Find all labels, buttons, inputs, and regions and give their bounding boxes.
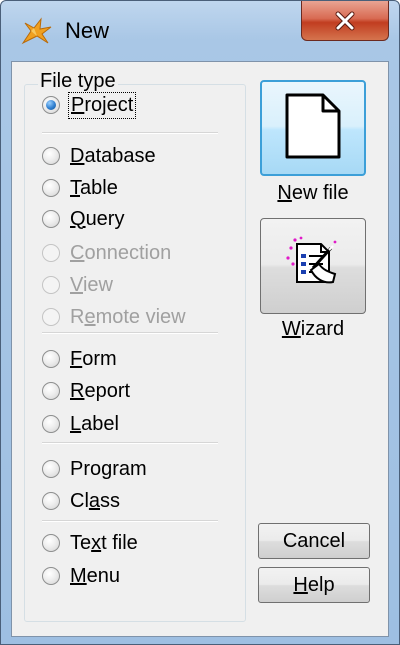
radio-button[interactable] <box>42 492 60 510</box>
file-type-option-connection: Connection <box>42 239 171 267</box>
separator <box>42 332 218 334</box>
file-type-option-database[interactable]: Database <box>42 142 156 170</box>
cancel-button[interactable]: Cancel <box>258 523 370 559</box>
file-type-option-table[interactable]: Table <box>42 174 118 202</box>
radio-label: Report <box>70 379 131 402</box>
radio-label: Database <box>70 144 156 167</box>
file-type-option-label[interactable]: Label <box>42 410 119 438</box>
separator <box>42 442 218 444</box>
radio-label: Remote view <box>70 305 186 328</box>
window-title: New <box>65 18 110 43</box>
radio-label: Program <box>70 457 147 480</box>
title-bar[interactable]: New <box>1 1 399 61</box>
radio-button[interactable] <box>42 415 60 433</box>
radio-button <box>42 308 60 326</box>
file-type-option-class[interactable]: Class <box>42 487 120 515</box>
radio-button[interactable] <box>42 147 60 165</box>
radio-label: Class <box>70 489 121 512</box>
radio-button[interactable] <box>42 96 60 114</box>
wizard-caption[interactable]: Wizard <box>248 318 378 341</box>
radio-button[interactable] <box>42 179 60 197</box>
radio-button[interactable] <box>42 534 60 552</box>
separator <box>42 520 218 522</box>
radio-button[interactable] <box>42 350 60 368</box>
file-type-option-program[interactable]: Program <box>42 455 147 483</box>
file-type-group-title: File type <box>38 70 118 93</box>
radio-label: Connection <box>70 241 172 264</box>
file-type-option-remote-view: Remote view <box>42 303 186 331</box>
radio-button <box>42 276 60 294</box>
radio-label: Form <box>70 347 117 370</box>
radio-label: Table <box>70 176 118 199</box>
file-type-option-report[interactable]: Report <box>42 377 130 405</box>
radio-button[interactable] <box>42 382 60 400</box>
help-button[interactable]: Help <box>258 567 370 603</box>
radio-button[interactable] <box>42 460 60 478</box>
new-dialog-window: New File type Project Database Table Query C… <box>0 0 400 645</box>
new-file-caption[interactable]: New file <box>248 182 378 205</box>
file-type-option-project[interactable]: Project <box>42 91 137 119</box>
radio-label: Project <box>67 91 137 119</box>
radio-button[interactable] <box>42 210 60 228</box>
file-type-option-menu[interactable]: Menu <box>42 562 120 590</box>
radio-label: Text file <box>70 531 138 554</box>
file-type-option-form[interactable]: Form <box>42 345 117 373</box>
close-button[interactable] <box>301 1 389 41</box>
file-type-option-view: View <box>42 271 113 299</box>
radio-button[interactable] <box>42 567 60 585</box>
fox-icon <box>21 17 53 45</box>
close-icon <box>334 11 356 31</box>
radio-label: Query <box>70 207 125 230</box>
radio-label: Label <box>70 412 119 435</box>
blank-document-icon <box>283 91 343 166</box>
new-file-button[interactable] <box>260 80 366 176</box>
separator <box>42 132 218 134</box>
radio-label: Menu <box>70 564 121 587</box>
file-type-option-query[interactable]: Query <box>42 205 124 233</box>
wizard-button[interactable] <box>260 218 366 314</box>
radio-label: View <box>70 273 113 296</box>
wizard-wand-icon <box>283 234 343 299</box>
file-type-option-text-file[interactable]: Text file <box>42 529 138 557</box>
radio-button <box>42 244 60 262</box>
dialog-client-area: File type Project Database Table Query Conne… <box>11 61 389 637</box>
